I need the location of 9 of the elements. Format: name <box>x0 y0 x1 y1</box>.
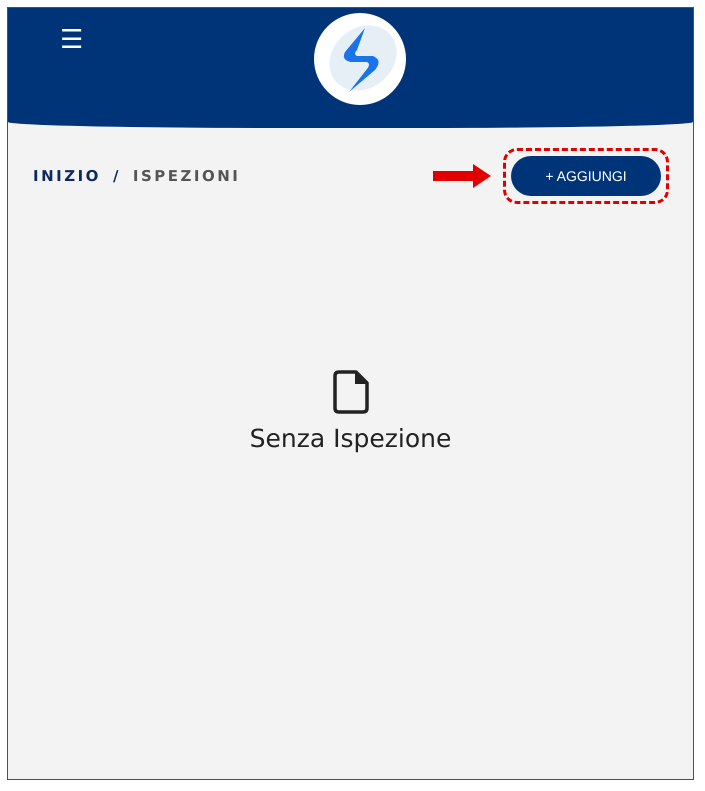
document-icon <box>332 370 368 414</box>
arrow-icon <box>433 164 491 188</box>
menu-button[interactable]: ☰ <box>60 26 83 52</box>
breadcrumb-item[interactable]: INIZIO <box>33 167 101 185</box>
add-button[interactable]: + AGGIUNGI <box>511 156 661 196</box>
breadcrumb-item: ISPEZIONI <box>132 167 240 185</box>
logo-icon <box>313 12 407 106</box>
empty-message: Senza Ispezione <box>250 424 452 453</box>
breadcrumb-separator: / <box>112 167 121 185</box>
